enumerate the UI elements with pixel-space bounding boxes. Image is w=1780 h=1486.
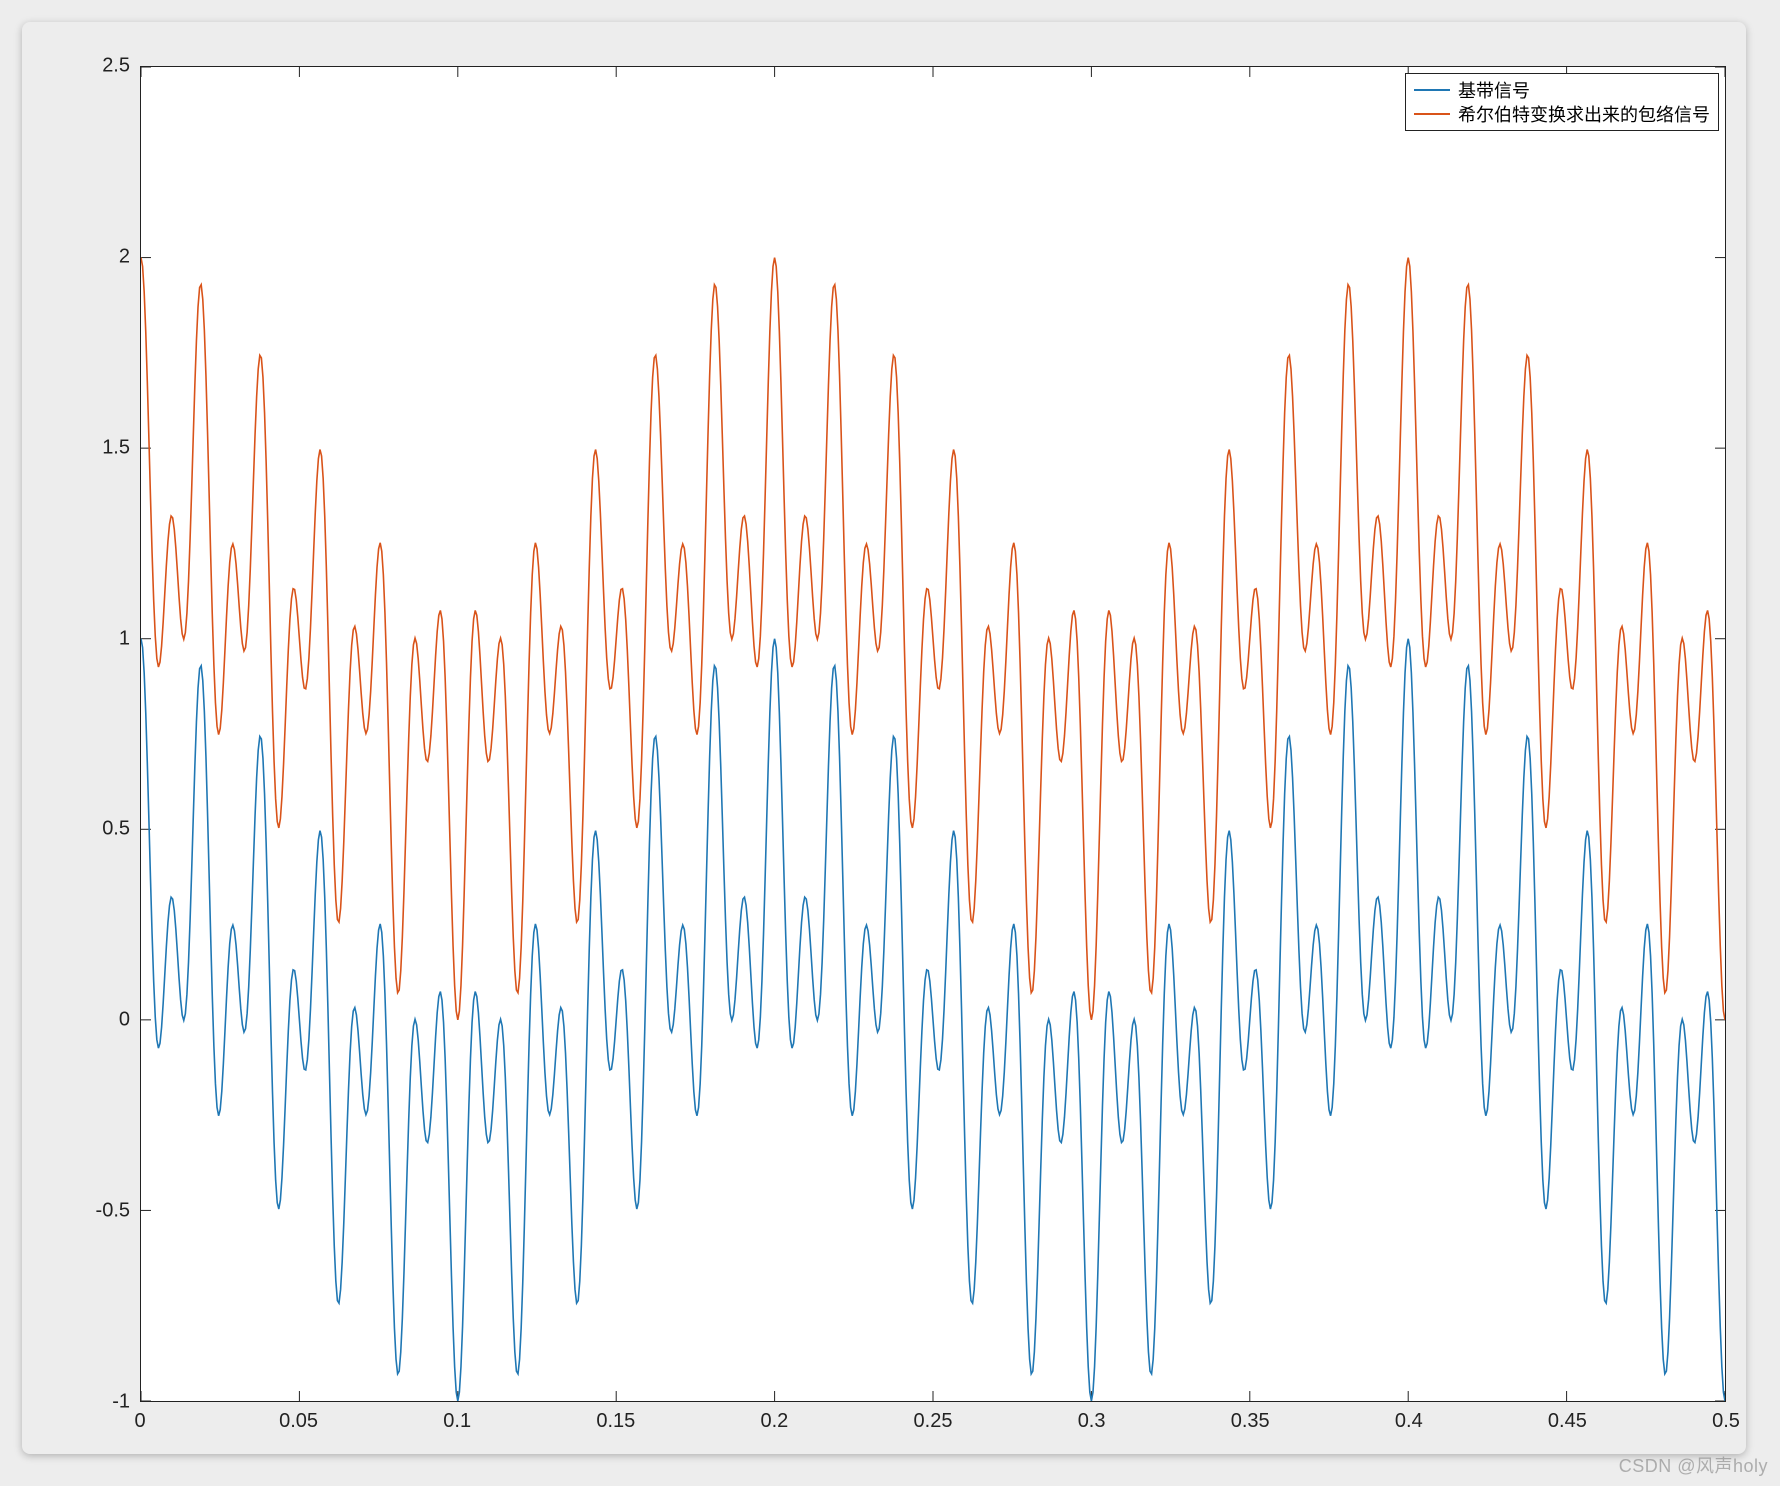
y-tick-label: -0.5: [70, 1200, 130, 1223]
x-tick-label: 0.4: [1395, 1410, 1423, 1433]
legend-item-0: 基带信号: [1414, 78, 1710, 102]
x-tick-label: 0.2: [760, 1410, 788, 1433]
x-tick-label: 0.3: [1078, 1410, 1106, 1433]
x-tick-label: 0.05: [279, 1410, 318, 1433]
x-tick-label: 0.25: [914, 1410, 953, 1433]
y-tick-label: 1.5: [70, 436, 130, 459]
x-tick-label: 0.1: [443, 1410, 471, 1433]
legend-swatch-0: [1414, 89, 1450, 91]
watermark: CSDN @风声holy: [1619, 1452, 1768, 1478]
y-tick-label: 0: [70, 1009, 130, 1032]
y-tick-label: 0.5: [70, 818, 130, 841]
legend: 基带信号 希尔伯特变换求出来的包络信号: [1405, 73, 1719, 131]
y-tick-label: -1: [70, 1391, 130, 1414]
legend-item-1: 希尔伯特变换求出来的包络信号: [1414, 102, 1710, 126]
x-tick-label: 0.45: [1548, 1410, 1587, 1433]
line-envelope: [141, 258, 1725, 1020]
line-baseband: [141, 639, 1725, 1401]
y-tick-label: 2.5: [70, 55, 130, 78]
plot-axes: 基带信号 希尔伯特变换求出来的包络信号: [140, 66, 1726, 1402]
legend-label-1: 希尔伯特变换求出来的包络信号: [1458, 101, 1710, 127]
figure-frame: 基带信号 希尔伯特变换求出来的包络信号 -1 -0.5 0 0.5 1 1.5 2 2.5 0…: [22, 22, 1746, 1454]
x-tick-label: 0.35: [1231, 1410, 1270, 1433]
x-tick-label: 0: [134, 1410, 145, 1433]
plot-svg: [141, 67, 1725, 1401]
y-tick-label: 1: [70, 627, 130, 650]
x-tick-label: 0.15: [596, 1410, 635, 1433]
legend-label-0: 基带信号: [1458, 77, 1530, 103]
y-tick-label: 2: [70, 245, 130, 268]
legend-swatch-1: [1414, 113, 1450, 115]
x-tick-label: 0.5: [1712, 1410, 1740, 1433]
